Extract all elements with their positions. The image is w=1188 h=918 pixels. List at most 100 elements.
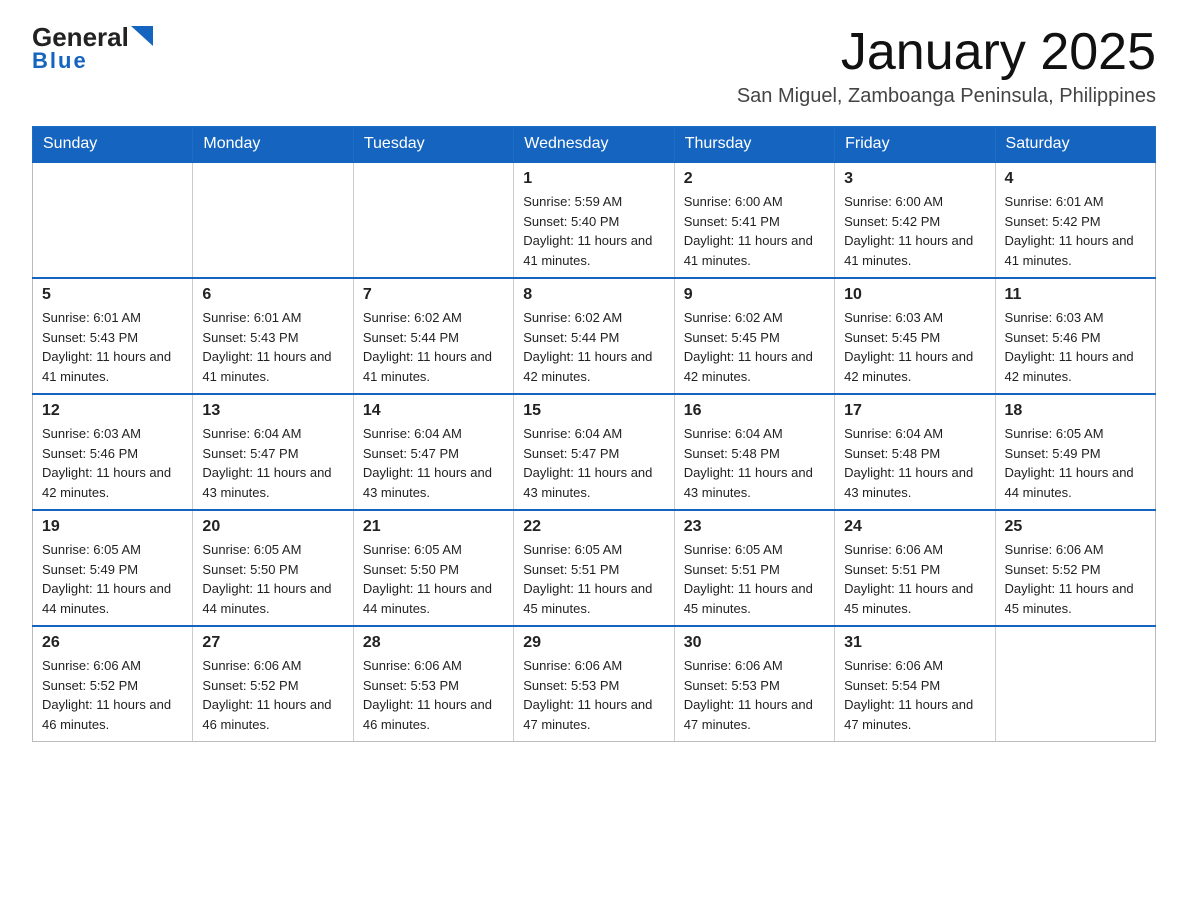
calendar-day-4: 4 Sunrise: 6:01 AMSunset: 5:42 PMDaylight… — [995, 162, 1155, 278]
day-info: Sunrise: 6:01 AMSunset: 5:42 PMDaylight:… — [1005, 192, 1146, 270]
calendar-day-23: 23 Sunrise: 6:05 AMSunset: 5:51 PMDayligh… — [674, 510, 834, 626]
day-info: Sunrise: 6:01 AMSunset: 5:43 PMDaylight:… — [202, 308, 343, 386]
day-number: 6 — [202, 286, 343, 304]
day-number: 17 — [844, 402, 985, 420]
day-info: Sunrise: 6:06 AMSunset: 5:52 PMDaylight:… — [202, 656, 343, 734]
day-info: Sunrise: 6:03 AMSunset: 5:46 PMDaylight:… — [1005, 308, 1146, 386]
day-info: Sunrise: 6:04 AMSunset: 5:47 PMDaylight:… — [202, 424, 343, 502]
column-header-friday: Friday — [835, 127, 995, 163]
calendar-day-11: 11 Sunrise: 6:03 AMSunset: 5:46 PMDayligh… — [995, 278, 1155, 394]
calendar-day-13: 13Sunrise: 6:04 AMSunset: 5:47 PMDayligh… — [193, 394, 353, 510]
day-number: 14 — [363, 402, 504, 420]
day-info: Sunrise: 6:03 AMSunset: 5:45 PMDaylight:… — [844, 308, 985, 386]
calendar-day-10: 10Sunrise: 6:03 AMSunset: 5:45 PMDayligh… — [835, 278, 995, 394]
day-number: 27 — [202, 634, 343, 652]
calendar-day-14: 14 Sunrise: 6:04 AMSunset: 5:47 PMDayligh… — [353, 394, 513, 510]
calendar-day-22: 22 Sunrise: 6:05 AMSunset: 5:51 PMDayligh… — [514, 510, 674, 626]
day-info: Sunrise: 6:05 AMSunset: 5:51 PMDaylight:… — [684, 540, 825, 618]
day-number: 18 — [1005, 402, 1146, 420]
day-info: Sunrise: 6:05 AMSunset: 5:49 PMDaylight:… — [42, 540, 183, 618]
title-block: January 2025 San Miguel, Zamboanga Penin… — [737, 24, 1156, 108]
day-info: Sunrise: 6:04 AMSunset: 5:48 PMDaylight:… — [844, 424, 985, 502]
day-number: 22 — [523, 518, 664, 536]
day-info: Sunrise: 6:05 AMSunset: 5:51 PMDaylight:… — [523, 540, 664, 618]
calendar-week-row: 5 Sunrise: 6:01 AMSunset: 5:43 PMDaylight… — [33, 278, 1156, 394]
calendar-empty-cell — [33, 162, 193, 278]
day-number: 26 — [42, 634, 183, 652]
day-info: Sunrise: 6:04 AMSunset: 5:47 PMDaylight:… — [523, 424, 664, 502]
day-number: 7 — [363, 286, 504, 304]
day-info: Sunrise: 6:06 AMSunset: 5:52 PMDaylight:… — [42, 656, 183, 734]
calendar-empty-cell — [193, 162, 353, 278]
column-header-saturday: Saturday — [995, 127, 1155, 163]
day-number: 3 — [844, 170, 985, 188]
day-info: Sunrise: 6:02 AMSunset: 5:44 PMDaylight:… — [363, 308, 504, 386]
day-number: 11 — [1005, 286, 1146, 304]
day-info: Sunrise: 6:02 AMSunset: 5:45 PMDaylight:… — [684, 308, 825, 386]
calendar-empty-cell — [353, 162, 513, 278]
day-info: Sunrise: 6:04 AMSunset: 5:48 PMDaylight:… — [684, 424, 825, 502]
day-info: Sunrise: 6:05 AMSunset: 5:50 PMDaylight:… — [363, 540, 504, 618]
column-header-tuesday: Tuesday — [353, 127, 513, 163]
page-header: General Blue January 2025 San Miguel, Za… — [32, 24, 1156, 108]
day-number: 9 — [684, 286, 825, 304]
calendar-week-row: 12 Sunrise: 6:03 AMSunset: 5:46 PMDayligh… — [33, 394, 1156, 510]
calendar-day-12: 12 Sunrise: 6:03 AMSunset: 5:46 PMDayligh… — [33, 394, 193, 510]
calendar-day-8: 8 Sunrise: 6:02 AMSunset: 5:44 PMDaylight… — [514, 278, 674, 394]
day-number: 23 — [684, 518, 825, 536]
day-number: 16 — [684, 402, 825, 420]
calendar-day-24: 24 Sunrise: 6:06 AMSunset: 5:51 PMDayligh… — [835, 510, 995, 626]
day-info: Sunrise: 6:05 AMSunset: 5:49 PMDaylight:… — [1005, 424, 1146, 502]
month-title: January 2025 — [737, 24, 1156, 81]
day-number: 25 — [1005, 518, 1146, 536]
day-number: 21 — [363, 518, 504, 536]
calendar-day-29: 29 Sunrise: 6:06 AMSunset: 5:53 PMDayligh… — [514, 626, 674, 742]
day-info: Sunrise: 5:59 AMSunset: 5:40 PMDaylight:… — [523, 192, 664, 270]
calendar-empty-cell — [995, 626, 1155, 742]
day-number: 5 — [42, 286, 183, 304]
day-number: 28 — [363, 634, 504, 652]
logo-triangle-icon — [131, 26, 153, 46]
column-header-thursday: Thursday — [674, 127, 834, 163]
calendar-week-row: 26 Sunrise: 6:06 AMSunset: 5:52 PMDayligh… — [33, 626, 1156, 742]
day-number: 30 — [684, 634, 825, 652]
calendar-week-row: 1 Sunrise: 5:59 AMSunset: 5:40 PMDaylight… — [33, 162, 1156, 278]
logo-blue: Blue — [32, 48, 88, 74]
day-number: 29 — [523, 634, 664, 652]
day-info: Sunrise: 6:06 AMSunset: 5:51 PMDaylight:… — [844, 540, 985, 618]
day-number: 20 — [202, 518, 343, 536]
day-number: 12 — [42, 402, 183, 420]
day-info: Sunrise: 6:06 AMSunset: 5:53 PMDaylight:… — [523, 656, 664, 734]
column-header-sunday: Sunday — [33, 127, 193, 163]
calendar-header-row: SundayMondayTuesdayWednesdayThursdayFrid… — [33, 127, 1156, 163]
column-header-wednesday: Wednesday — [514, 127, 674, 163]
calendar-day-1: 1 Sunrise: 5:59 AMSunset: 5:40 PMDaylight… — [514, 162, 674, 278]
day-number: 19 — [42, 518, 183, 536]
calendar-day-18: 18 Sunrise: 6:05 AMSunset: 5:49 PMDayligh… — [995, 394, 1155, 510]
day-number: 15 — [523, 402, 664, 420]
day-info: Sunrise: 6:06 AMSunset: 5:53 PMDaylight:… — [363, 656, 504, 734]
calendar-day-28: 28 Sunrise: 6:06 AMSunset: 5:53 PMDayligh… — [353, 626, 513, 742]
calendar-day-30: 30 Sunrise: 6:06 AMSunset: 5:53 PMDayligh… — [674, 626, 834, 742]
day-info: Sunrise: 6:04 AMSunset: 5:47 PMDaylight:… — [363, 424, 504, 502]
day-number: 1 — [523, 170, 664, 188]
day-number: 24 — [844, 518, 985, 536]
day-info: Sunrise: 6:06 AMSunset: 5:52 PMDaylight:… — [1005, 540, 1146, 618]
day-info: Sunrise: 6:03 AMSunset: 5:46 PMDaylight:… — [42, 424, 183, 502]
calendar-day-25: 25 Sunrise: 6:06 AMSunset: 5:52 PMDayligh… — [995, 510, 1155, 626]
calendar-day-2: 2Sunrise: 6:00 AMSunset: 5:41 PMDaylight… — [674, 162, 834, 278]
subtitle: San Miguel, Zamboanga Peninsula, Philipp… — [737, 85, 1156, 108]
day-info: Sunrise: 6:06 AMSunset: 5:54 PMDaylight:… — [844, 656, 985, 734]
calendar-day-17: 17 Sunrise: 6:04 AMSunset: 5:48 PMDayligh… — [835, 394, 995, 510]
day-info: Sunrise: 6:02 AMSunset: 5:44 PMDaylight:… — [523, 308, 664, 386]
calendar-day-26: 26 Sunrise: 6:06 AMSunset: 5:52 PMDayligh… — [33, 626, 193, 742]
calendar-day-31: 31 Sunrise: 6:06 AMSunset: 5:54 PMDayligh… — [835, 626, 995, 742]
calendar-day-15: 15 Sunrise: 6:04 AMSunset: 5:47 PMDayligh… — [514, 394, 674, 510]
day-number: 31 — [844, 634, 985, 652]
day-info: Sunrise: 6:06 AMSunset: 5:53 PMDaylight:… — [684, 656, 825, 734]
calendar-day-7: 7 Sunrise: 6:02 AMSunset: 5:44 PMDaylight… — [353, 278, 513, 394]
day-number: 8 — [523, 286, 664, 304]
calendar-day-16: 16 Sunrise: 6:04 AMSunset: 5:48 PMDayligh… — [674, 394, 834, 510]
day-number: 4 — [1005, 170, 1146, 188]
calendar-day-9: 9 Sunrise: 6:02 AMSunset: 5:45 PMDaylight… — [674, 278, 834, 394]
